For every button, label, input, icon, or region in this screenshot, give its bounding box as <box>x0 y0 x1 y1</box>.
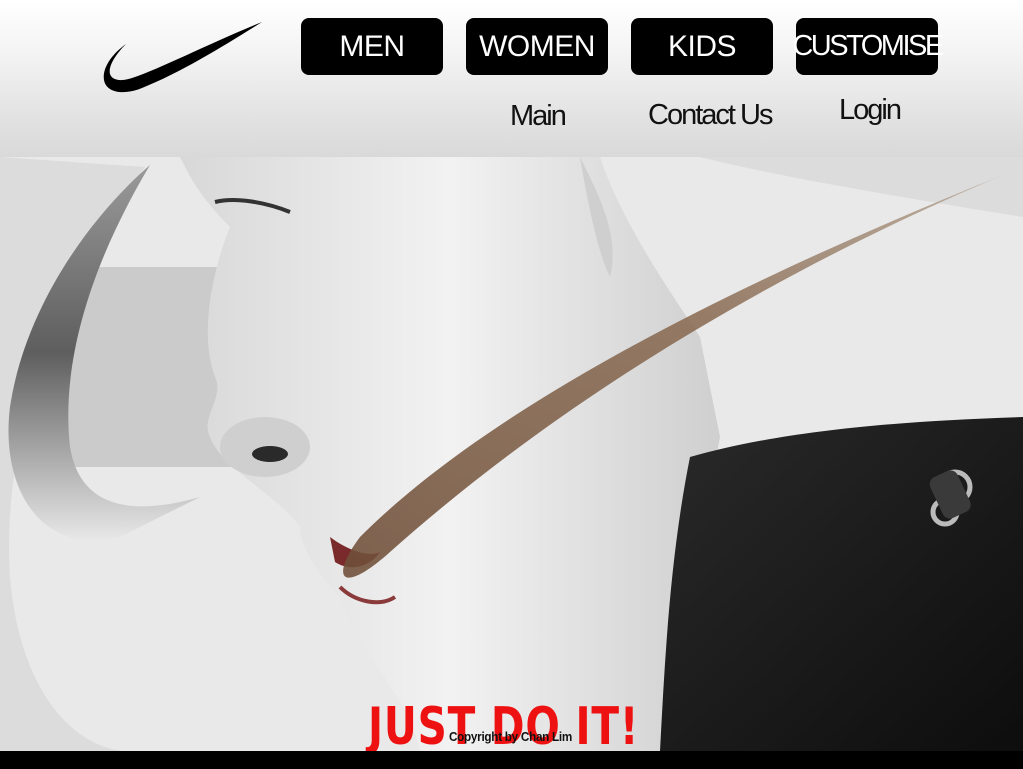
site-header: MEN WOMEN KIDS CUSTOMISE Main Contact Us… <box>0 0 1023 157</box>
swoosh-logo-icon[interactable] <box>102 20 264 94</box>
bottom-bar <box>0 751 1023 769</box>
hero-banner: JUST DO IT! <box>0 157 1023 751</box>
main-link[interactable]: Main <box>510 100 567 133</box>
nav-women-button[interactable]: WOMEN <box>466 18 608 75</box>
hero-image <box>0 157 1023 751</box>
login-link[interactable]: Login <box>839 94 902 127</box>
nav-kids-button[interactable]: KIDS <box>631 18 773 75</box>
nav-customise-button[interactable]: CUSTOMISE <box>792 18 944 75</box>
copyright-text: Copyright by Chan Lim <box>449 729 573 744</box>
nav-men-button[interactable]: MEN <box>301 18 443 75</box>
contact-us-link[interactable]: Contact Us <box>648 99 773 132</box>
